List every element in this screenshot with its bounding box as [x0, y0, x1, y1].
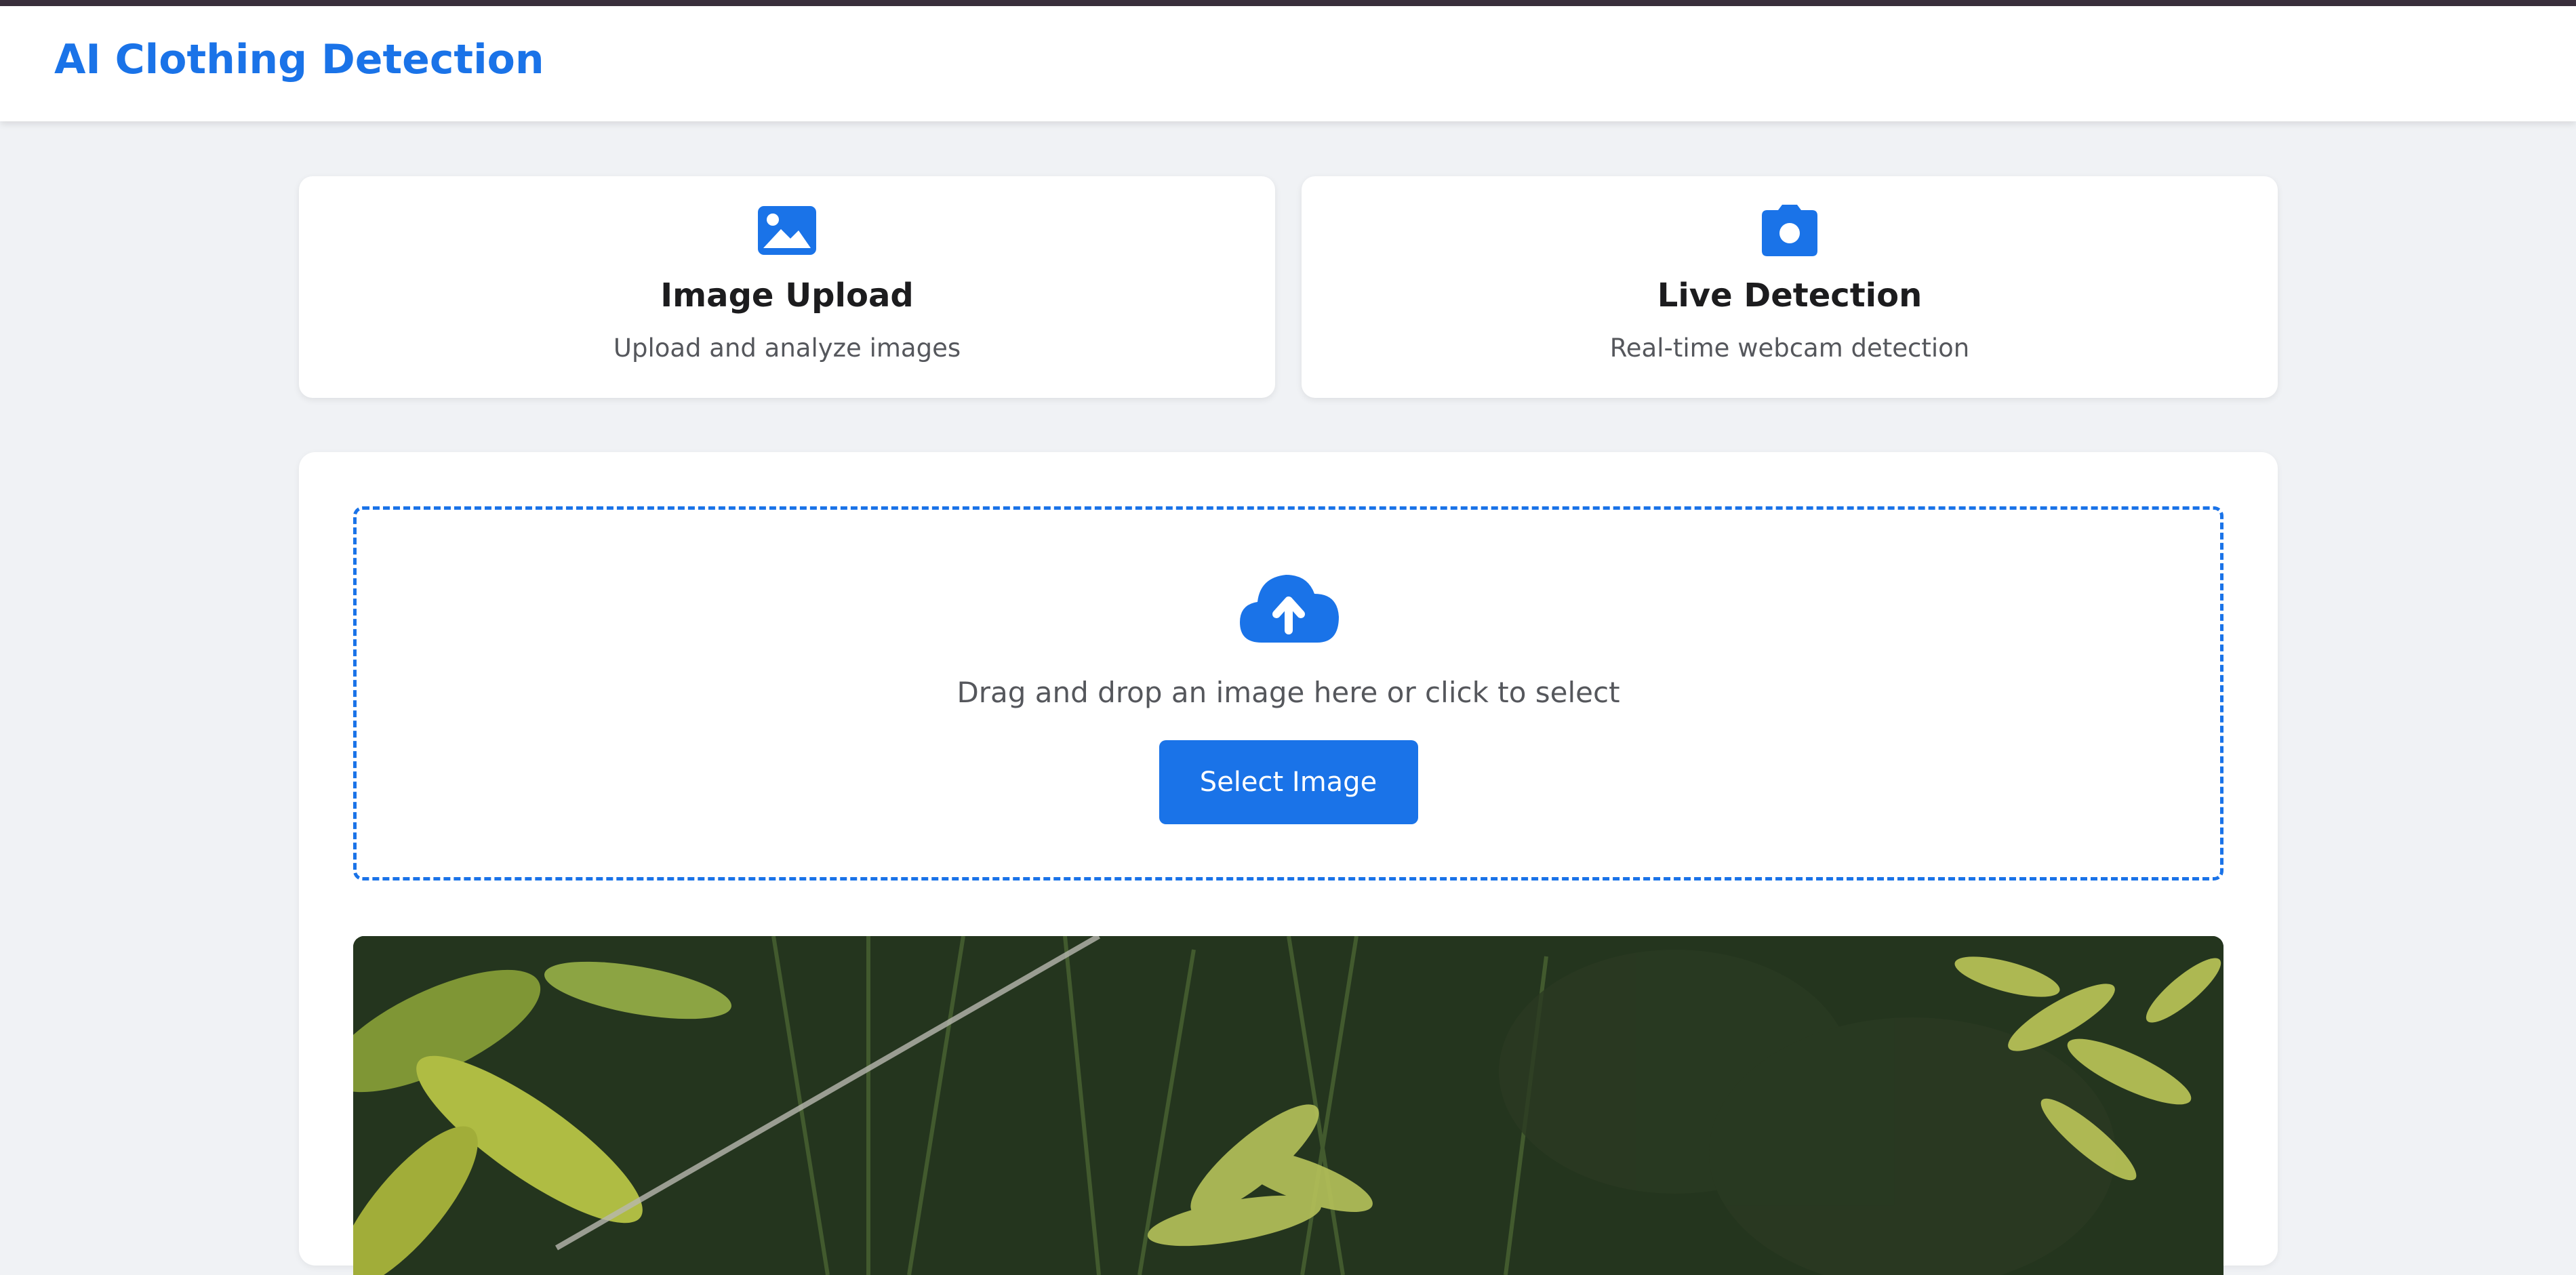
upload-panel: Drag and drop an image here or click to … — [299, 452, 2278, 1275]
top-accent-bar — [0, 0, 2576, 6]
image-dropzone[interactable]: Drag and drop an image here or click to … — [353, 506, 2223, 881]
select-image-button[interactable]: Select Image — [1159, 740, 1418, 824]
image-icon — [758, 206, 816, 255]
app-title: AI Clothing Detection — [54, 36, 544, 83]
mode-card-image-upload[interactable]: Image Upload Upload and analyze images — [299, 176, 1275, 398]
dropzone-prompt: Drag and drop an image here or click to … — [957, 676, 1620, 709]
mode-card-title: Image Upload — [660, 277, 914, 315]
mode-card-live-detection[interactable]: Live Detection Real-time webcam detectio… — [1302, 176, 2278, 398]
mode-card-title: Live Detection — [1657, 277, 1923, 315]
app-header: AI Clothing Detection — [0, 6, 2576, 121]
mode-card-subtitle: Upload and analyze images — [613, 333, 961, 363]
foliage-photo — [353, 936, 2223, 1275]
mode-card-subtitle: Real-time webcam detection — [1609, 333, 1970, 363]
camera-icon — [1762, 205, 1817, 256]
cloud-upload-icon — [1239, 575, 1339, 643]
image-preview — [353, 936, 2223, 1275]
